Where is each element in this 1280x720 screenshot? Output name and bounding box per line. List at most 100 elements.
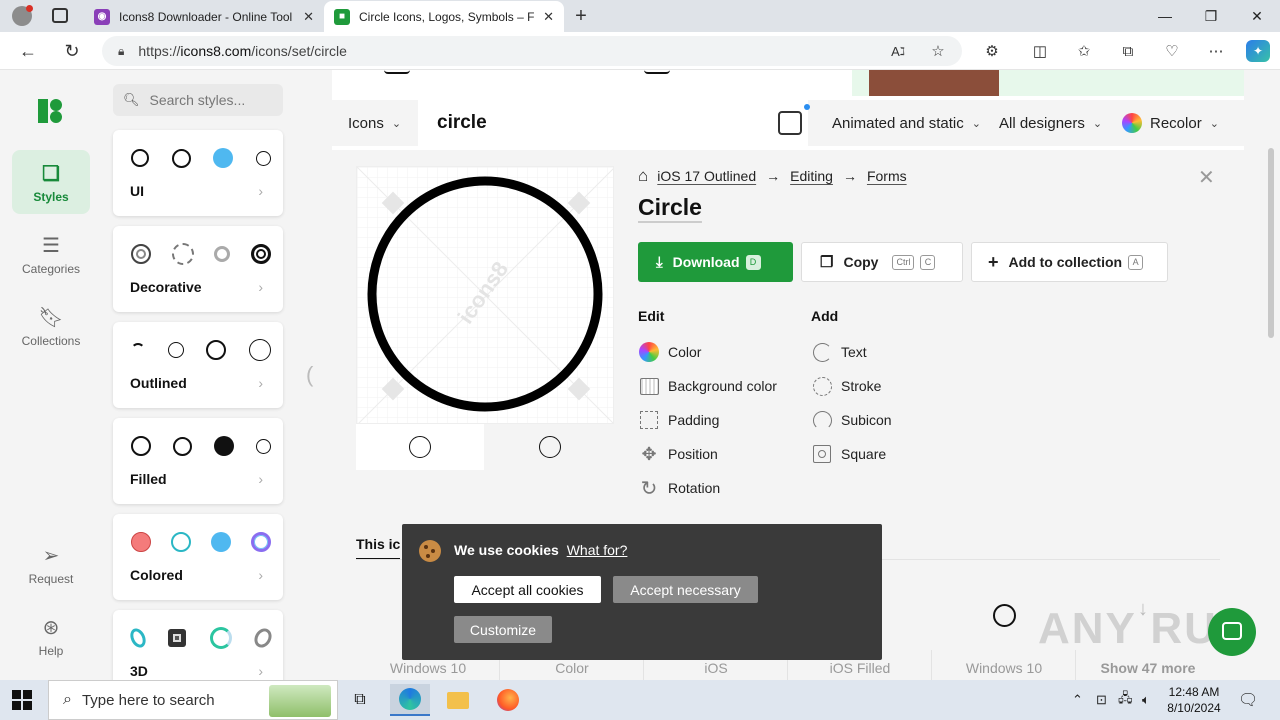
extensions-icon[interactable]: ⚙ — [980, 40, 1004, 62]
taskbar-clock[interactable]: 12:48 AM 8/10/2024 — [1162, 684, 1226, 716]
more-menu-icon[interactable]: ⋯ — [1204, 40, 1228, 62]
nav-styles[interactable]: ❏ Styles — [12, 150, 90, 214]
recolor-dropdown[interactable]: Recolor ⌄ — [1122, 100, 1219, 146]
promo-banner[interactable] — [852, 70, 869, 96]
windows-start-icon[interactable] — [12, 690, 32, 710]
scrollbar-thumb[interactable] — [1268, 148, 1274, 338]
edge-taskbar-icon[interactable] — [390, 684, 430, 716]
square-icon — [168, 629, 187, 647]
add-text[interactable]: Text — [811, 341, 867, 363]
notification-dot — [804, 104, 810, 110]
thumbnail-white[interactable] — [356, 424, 484, 470]
breadcrumb: ⌂ iOS 17 Outlined → Editing → Forms — [638, 166, 907, 186]
what-for-link[interactable]: What for? — [567, 542, 628, 558]
minimize-button[interactable]: — — [1142, 0, 1188, 32]
close-tab-icon[interactable]: ✕ — [303, 9, 314, 25]
collapse-panel-handle[interactable]: ( — [306, 362, 313, 388]
icons8-logo[interactable] — [38, 99, 64, 123]
cookie-title: We use cookies What for? — [454, 542, 628, 558]
plus-icon: + — [988, 251, 999, 272]
search-type-dropdown[interactable]: Icons ⌄ — [332, 100, 418, 146]
close-window-button[interactable]: ✕ — [1234, 0, 1280, 32]
style-card-colored[interactable]: Colored › — [113, 514, 283, 600]
section-tab-this-icon[interactable]: This ic — [356, 536, 401, 560]
search-input[interactable]: circle — [418, 100, 808, 146]
tab-icons8-downloader[interactable]: ◉ Icons8 Downloader - Online Tool ✕ — [84, 1, 324, 32]
nav-categories[interactable]: ☰ Categories — [12, 222, 90, 286]
edit-heading: Edit — [638, 308, 665, 324]
edit-rotation[interactable]: ↻ Rotation — [638, 477, 721, 500]
nav-collections[interactable]: 🔖︎ Collections — [12, 294, 90, 358]
chevron-down-icon: ⌄ — [971, 117, 981, 130]
style-preview-icons — [127, 625, 275, 651]
nav-request[interactable]: ➢ Request — [12, 532, 90, 596]
square-icon — [811, 443, 833, 465]
edit-position[interactable]: ✥ Position — [638, 443, 717, 465]
search-styles-input[interactable]: 🔍︎ Search styles... — [113, 84, 283, 116]
image-search-icon[interactable] — [778, 111, 802, 135]
split-screen-icon[interactable]: ◫ — [1028, 40, 1052, 62]
style-card-decorative[interactable]: Decorative › — [113, 226, 283, 312]
breadcrumb-link[interactable]: iOS 17 Outlined — [657, 168, 756, 184]
add-square[interactable]: Square — [811, 443, 886, 465]
close-tab-icon[interactable]: ✕ — [543, 9, 554, 25]
new-tab-button[interactable]: + — [570, 4, 592, 28]
nav-help[interactable]: ⊛ Help — [12, 604, 90, 668]
copy-button[interactable]: ❐ Copy Ctrl C — [801, 242, 963, 282]
edit-color[interactable]: Color — [638, 341, 701, 363]
animated-filter-dropdown[interactable]: Animated and static ⌄ — [832, 100, 981, 146]
tray-chevron-icon[interactable]: ⌃ — [1072, 680, 1083, 720]
task-view-icon[interactable]: ⧉ — [340, 684, 380, 716]
chat-button[interactable] — [1208, 608, 1256, 656]
style-card-outlined[interactable]: Outlined › — [113, 322, 283, 408]
volume-icon[interactable]: 🔈︎ — [1142, 680, 1150, 720]
customize-button[interactable]: Customize — [454, 616, 552, 643]
reload-button[interactable]: ↻ — [58, 38, 86, 64]
thumbnail-gray[interactable] — [486, 424, 614, 470]
chevron-down-icon: ⌄ — [1092, 117, 1103, 130]
add-heading: Add — [811, 308, 839, 324]
browser-essentials-icon[interactable]: ♡ — [1160, 40, 1184, 62]
accept-all-cookies-button[interactable]: Accept all cookies — [454, 576, 601, 603]
circle-icon — [171, 148, 191, 168]
add-to-collection-button[interactable]: + Add to collection A — [971, 242, 1168, 282]
notifications-icon[interactable]: 🗨︎ — [1238, 680, 1258, 720]
taskbar-search-box[interactable]: ⌕ Type here to search — [48, 680, 338, 720]
favorites-icon[interactable]: ✩ — [1072, 40, 1096, 62]
close-detail-button[interactable]: ✕ — [1198, 165, 1215, 190]
favorite-star-icon[interactable]: ☆ — [926, 40, 950, 62]
home-icon[interactable]: ⌂ — [638, 166, 648, 186]
breadcrumb-link[interactable]: Editing — [790, 168, 833, 184]
promo-banner[interactable] — [999, 70, 1244, 96]
tab-actions-icon[interactable] — [52, 8, 68, 23]
copy-icon: ❐ — [820, 254, 834, 271]
style-card-filled[interactable]: Filled › — [113, 418, 283, 504]
circle-icon — [211, 532, 231, 552]
restore-button[interactable]: ❐ — [1188, 0, 1234, 32]
breadcrumb-link[interactable]: Forms — [867, 168, 907, 184]
edit-padding[interactable]: Padding — [638, 409, 719, 431]
add-stroke[interactable]: Stroke — [811, 375, 881, 397]
accept-necessary-button[interactable]: Accept necessary — [613, 576, 758, 603]
read-aloud-icon[interactable]: Aℷ — [886, 40, 910, 62]
firefox-taskbar-icon[interactable] — [488, 684, 528, 716]
style-card-3d[interactable]: 3D › — [113, 610, 283, 680]
rotate-icon: ↻ — [640, 477, 658, 500]
edit-background-color[interactable]: Background color — [638, 375, 777, 397]
collections-icon[interactable]: ⧉ — [1116, 40, 1140, 62]
designers-filter-dropdown[interactable]: All designers ⌄ — [999, 100, 1102, 146]
cookie-icon — [419, 540, 441, 562]
file-explorer-taskbar-icon[interactable] — [438, 684, 478, 716]
color-wheel-icon — [638, 341, 660, 363]
download-button[interactable]: ⤓ Download D — [638, 242, 793, 282]
url-field[interactable]: 🔒︎ https://icons8.com/icons/set/circle — [102, 36, 962, 66]
variant-thumbnails — [356, 424, 614, 470]
add-subicon[interactable]: Subicon — [811, 409, 892, 431]
profile-avatar[interactable] — [12, 5, 33, 26]
network-drive-icon[interactable]: ⊡ — [1096, 680, 1107, 720]
style-card-ui[interactable]: UI › — [113, 130, 283, 216]
copilot-icon[interactable]: ✦ — [1246, 40, 1270, 62]
back-button[interactable]: ← — [14, 38, 42, 64]
network-icon[interactable]: 🖧︎ — [1118, 680, 1133, 720]
tab-circle-icons[interactable]: ■ Circle Icons, Logos, Symbols – Free ✕ — [324, 1, 564, 32]
